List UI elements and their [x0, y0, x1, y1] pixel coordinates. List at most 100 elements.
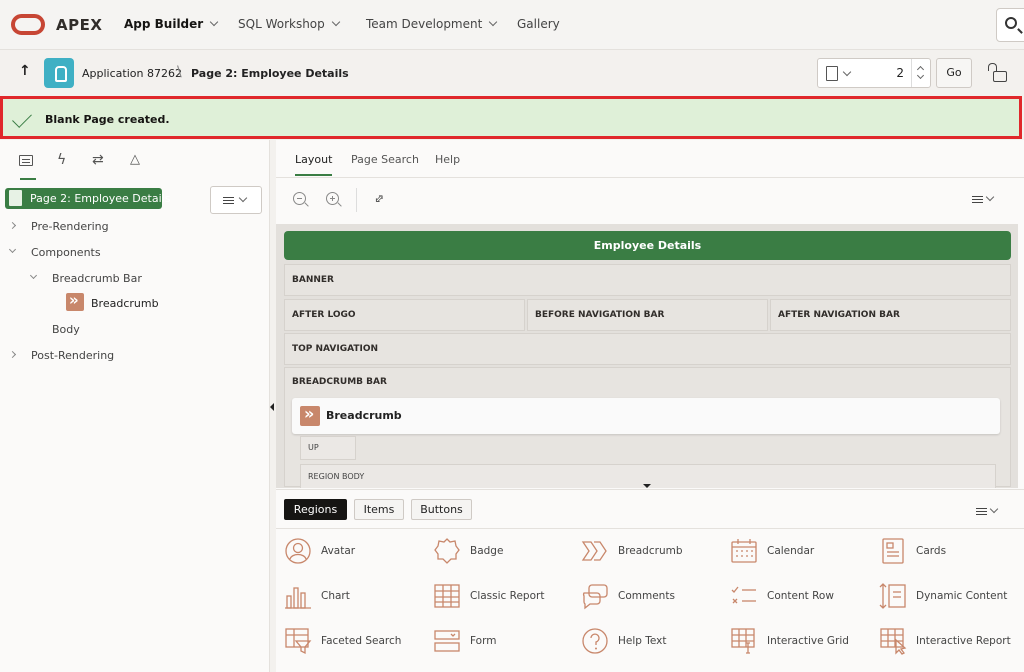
rendering-tree-panel: ϟ ⇄ △ Page 2: Employee Details Pre-Rende…	[0, 140, 270, 672]
gallery-item-help-text[interactable]: Help Text	[581, 627, 729, 657]
gallery-item-classic-report[interactable]: Classic Report	[433, 582, 581, 612]
comments-icon	[582, 584, 608, 610]
cards-icon	[882, 538, 904, 564]
content-row-icon	[731, 586, 756, 604]
gallery-item-badge[interactable]: Badge	[433, 537, 581, 567]
slot-after-navigation-bar[interactable]: AFTER NAVIGATION BAR	[770, 299, 1011, 331]
page-title-bar[interactable]: Employee Details	[284, 231, 1011, 260]
zoom-in-icon[interactable]	[326, 192, 339, 205]
chevron-down-icon	[238, 193, 248, 203]
top-navigation: APEX App Builder SQL Workshop Team Devel…	[0, 0, 1024, 50]
spin-down-icon[interactable]	[916, 71, 925, 80]
tree-node-post-rendering[interactable]: Post-Rendering	[31, 349, 114, 362]
page-number-spinner[interactable]	[911, 59, 931, 87]
slot-banner[interactable]: BANNER	[284, 264, 1011, 296]
gallery-item-calendar[interactable]: Calendar	[730, 537, 878, 567]
tree-node-body[interactable]: Body	[52, 323, 80, 336]
gallery-item-comments[interactable]: Comments	[581, 582, 729, 612]
collapse-chevron-icon[interactable]	[8, 245, 17, 254]
processing-icon[interactable]: ⇄	[92, 152, 110, 170]
breadcrumb-icon	[581, 541, 607, 561]
page-selector[interactable]: 2	[817, 58, 931, 88]
search-button[interactable]	[996, 8, 1024, 42]
tree-node-components[interactable]: Components	[31, 246, 101, 259]
badge-icon	[434, 538, 460, 564]
tab-page-search[interactable]: Page Search	[351, 153, 419, 166]
central-pane: Layout Page Search Help ⇕ Employee Detai…	[276, 140, 1024, 672]
classic-report-icon	[434, 584, 460, 608]
tab-buttons[interactable]: Buttons	[411, 499, 472, 520]
search-icon	[1005, 17, 1017, 29]
shared-components-icon[interactable]: △	[130, 152, 148, 170]
slot-top-navigation[interactable]: TOP NAVIGATION	[284, 333, 1011, 365]
gallery-item-chart[interactable]: Chart	[284, 582, 432, 612]
oracle-logo-icon[interactable]	[11, 14, 45, 35]
slot-after-logo[interactable]: AFTER LOGO	[284, 299, 525, 331]
go-button[interactable]: Go	[936, 58, 972, 88]
left-splitter-handle[interactable]	[270, 403, 274, 411]
apex-brand[interactable]: APEX	[56, 16, 102, 34]
chevron-down-icon	[989, 504, 999, 514]
resize-caret-icon[interactable]	[643, 484, 651, 488]
tab-items[interactable]: Items	[354, 499, 404, 520]
nav-sql-workshop[interactable]: SQL Workshop	[238, 17, 341, 31]
zoom-out-icon[interactable]	[293, 192, 306, 205]
tab-regions[interactable]: Regions	[284, 499, 347, 520]
gallery-item-interactive-report[interactable]: Interactive Report	[879, 627, 1024, 657]
dynamic-actions-icon[interactable]: ϟ	[57, 152, 75, 170]
nav-team-development[interactable]: Team Development	[366, 17, 498, 31]
breadcrumb-separator: \	[177, 64, 182, 80]
gallery-item-form[interactable]: Form	[433, 627, 581, 657]
tree-node-pre-rendering[interactable]: Pre-Rendering	[31, 220, 109, 233]
gallery-item-dynamic-content[interactable]: Dynamic Content	[879, 582, 1024, 612]
gallery-item-cards[interactable]: Cards	[879, 537, 1024, 567]
slot-up[interactable]: UP	[300, 436, 356, 460]
collapse-chevron-icon[interactable]	[29, 271, 38, 280]
form-icon	[434, 630, 460, 652]
chevron-down-icon	[985, 192, 995, 202]
tree-menu-button[interactable]	[210, 186, 262, 214]
chevron-down-icon	[209, 17, 219, 27]
success-alert: Blank Page created.	[0, 96, 1022, 139]
expand-chevron-icon[interactable]	[8, 350, 17, 359]
tree-node-breadcrumb[interactable]: Breadcrumb	[91, 297, 159, 310]
tab-help[interactable]: Help	[435, 153, 460, 166]
menu-icon	[976, 508, 987, 510]
tree-node-breadcrumb-bar[interactable]: Breadcrumb Bar	[52, 272, 142, 285]
tab-layout[interactable]: Layout	[295, 153, 333, 176]
chart-icon	[285, 587, 311, 609]
gallery-item-faceted-search[interactable]: Faceted Search	[284, 627, 432, 657]
gallery-divider	[276, 528, 1024, 529]
gallery-item-breadcrumb[interactable]: Breadcrumb	[581, 537, 729, 567]
interactive-grid-icon	[731, 628, 755, 654]
breadcrumb-region[interactable]: Breadcrumb	[292, 398, 1000, 434]
tree-node-page[interactable]: Page 2: Employee Details	[5, 188, 170, 209]
page-number-input[interactable]: 2	[878, 66, 904, 80]
menu-icon	[223, 197, 234, 199]
avatar-icon	[285, 538, 311, 564]
gallery-item-content-row[interactable]: Content Row	[730, 582, 878, 612]
menu-icon	[972, 196, 983, 198]
dynamic-content-icon	[879, 583, 906, 609]
application-icon[interactable]	[44, 58, 74, 88]
expand-icon[interactable]: ⇕	[371, 190, 388, 207]
slot-before-navigation-bar[interactable]: BEFORE NAVIGATION BAR	[527, 299, 768, 331]
nav-app-builder[interactable]: App Builder	[124, 17, 219, 31]
gallery-item-interactive-grid[interactable]: Interactive Grid	[730, 627, 878, 657]
breadcrumb-region-icon	[300, 404, 320, 426]
chevron-down-icon	[331, 17, 341, 27]
rendering-tab-icon[interactable]	[19, 155, 36, 180]
expand-chevron-icon[interactable]	[8, 221, 17, 230]
gallery-item-avatar[interactable]: Avatar	[284, 537, 432, 567]
toolbar-divider	[356, 188, 357, 212]
component-gallery: Regions Items Buttons Avatar Badge Bread…	[276, 489, 1024, 672]
page-icon	[826, 66, 838, 81]
layout-canvas[interactable]: Employee Details BANNER AFTER LOGO BEFOR…	[276, 224, 1018, 488]
application-link[interactable]: Application 87262	[82, 67, 182, 80]
unlock-icon[interactable]	[988, 63, 1007, 82]
check-icon	[12, 108, 32, 128]
up-arrow-icon[interactable]: ↑	[19, 63, 31, 79]
region-title: Breadcrumb	[326, 409, 402, 422]
nav-gallery[interactable]: Gallery	[517, 17, 560, 31]
chevron-down-icon[interactable]	[842, 67, 852, 77]
